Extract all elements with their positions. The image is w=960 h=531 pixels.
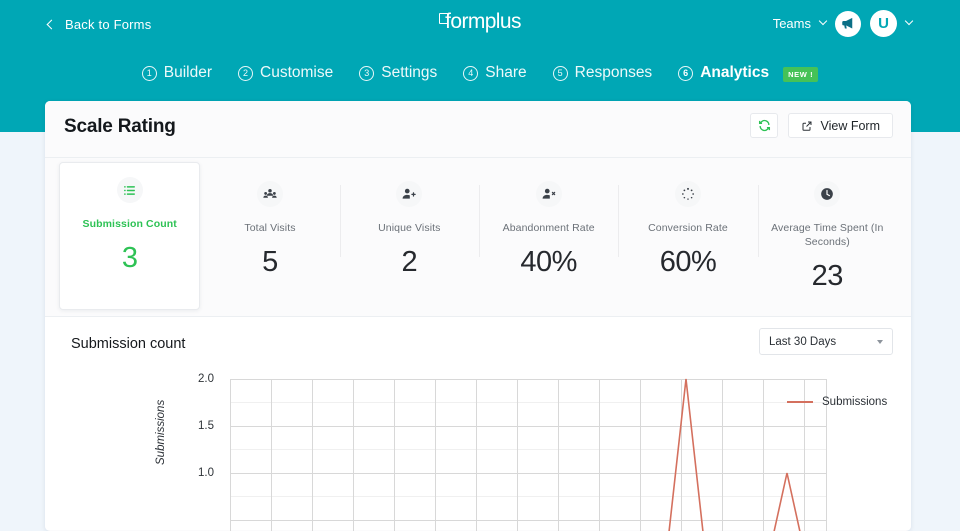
stat-value: 2	[401, 246, 418, 279]
date-range-select[interactable]: Last 30 Days	[759, 328, 893, 355]
logo-mark-icon	[439, 13, 449, 24]
stat-value: 3	[121, 242, 138, 275]
avatar[interactable]: U	[870, 10, 897, 37]
user-remove-icon	[535, 181, 562, 207]
step-number: 1	[141, 65, 157, 81]
legend-swatch	[787, 401, 813, 403]
stats-strip: Submission Count 3 Total Visits 5 Unique…	[45, 158, 911, 310]
stat-label: Conversion Rate	[648, 222, 728, 234]
list-icon	[116, 177, 143, 203]
chart-header: Submission count Last 30 Days	[45, 317, 911, 373]
chart-title: Submission count	[71, 336, 186, 352]
tab-label: Analytics	[700, 64, 770, 81]
header-right-controls: Teams U	[773, 10, 914, 37]
stat-card-submission-count[interactable]: Submission Count 3	[59, 162, 201, 310]
chart-legend: Submissions	[787, 396, 887, 408]
submission-count-chart-section: Submission count Last 30 Days Submission…	[45, 316, 911, 531]
header-row: Back to Forms formplus Teams U	[0, 0, 960, 47]
tab-label: Builder	[163, 64, 213, 81]
tab-settings[interactable]: 3 Settings	[359, 64, 437, 82]
avatar-chevron-down-icon[interactable]	[904, 16, 914, 25]
tab-share[interactable]: 4 Share	[463, 64, 527, 82]
stat-card-conversion-rate[interactable]: Conversion Rate 60%	[618, 167, 757, 308]
stat-label: Average Time Spent (In Seconds)	[771, 222, 884, 249]
tab-customise[interactable]: 2 Customise	[238, 64, 333, 82]
stat-value: 60%	[659, 246, 717, 279]
stat-card-abandonment-rate[interactable]: Abandonment Rate 40%	[478, 167, 618, 308]
step-number: 6	[678, 65, 694, 81]
tab-label: Settings	[381, 64, 438, 81]
spinner-icon	[674, 181, 701, 207]
panel-header-actions: View Form	[750, 113, 893, 138]
view-form-label: View Form	[820, 118, 880, 133]
stat-label: Total Visits	[244, 222, 296, 234]
series-submissions	[668, 378, 801, 531]
group-icon	[256, 181, 283, 207]
tab-label: Responses	[574, 64, 653, 81]
step-number: 3	[359, 65, 375, 81]
stat-card-total-visits[interactable]: Total Visits 5	[200, 167, 339, 308]
minor-gridlines	[230, 402, 826, 497]
chart-svg	[230, 378, 827, 531]
chart-plot-area: Submissions 2.0 1.5 1.0 Submissions	[45, 373, 911, 531]
refresh-icon	[758, 119, 771, 132]
stat-value: 5	[262, 246, 278, 279]
stat-card-average-time-spent[interactable]: Average Time Spent (In Seconds) 23	[757, 167, 897, 308]
stat-value: 23	[811, 260, 844, 293]
analytics-panel: Scale Rating View Form Submission Count …	[45, 101, 911, 531]
stat-label: Abandonment Rate	[502, 222, 595, 234]
tab-label: Customise	[260, 64, 334, 81]
stat-label: Unique Visits	[378, 222, 441, 234]
new-badge: NEW !	[783, 66, 819, 82]
vertical-gridlines	[230, 379, 827, 531]
external-link-icon	[802, 121, 812, 131]
user-add-icon	[396, 181, 423, 207]
refresh-button[interactable]	[750, 113, 779, 138]
stat-card-unique-visits[interactable]: Unique Visits 2	[339, 167, 479, 308]
view-form-button[interactable]: View Form	[788, 113, 893, 138]
stat-label: Submission Count	[82, 218, 177, 230]
tab-responses[interactable]: 5 Responses	[552, 64, 653, 82]
step-number: 5	[552, 65, 568, 81]
logo-text: formplus	[445, 10, 521, 33]
chevron-down-icon	[877, 340, 883, 344]
page-title: Scale Rating	[64, 116, 176, 137]
tab-analytics[interactable]: 6 Analytics NEW !	[678, 64, 819, 82]
stat-value: 40%	[520, 246, 577, 279]
step-number: 2	[238, 65, 254, 81]
chevron-down-icon[interactable]	[818, 16, 828, 25]
date-range-value: Last 30 Days	[769, 335, 837, 348]
megaphone-icon[interactable]	[835, 10, 861, 37]
clock-icon	[814, 181, 841, 207]
legend-label: Submissions	[822, 396, 888, 408]
tab-builder[interactable]: 1 Builder	[141, 64, 213, 82]
step-navigation: 1 Builder 2 Customise 3 Settings 4 Share…	[0, 64, 960, 82]
tab-label: Share	[485, 64, 527, 81]
avatar-initial: U	[878, 15, 889, 32]
panel-header: Scale Rating View Form	[45, 101, 911, 158]
step-number: 4	[463, 65, 479, 81]
teams-label[interactable]: Teams	[773, 16, 811, 31]
